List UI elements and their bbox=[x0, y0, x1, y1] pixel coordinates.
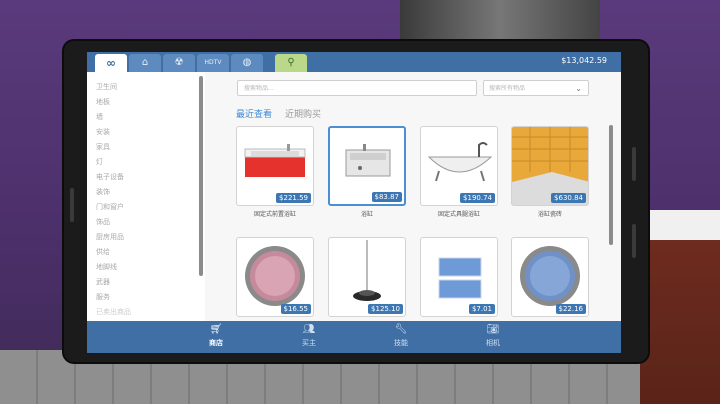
search-input[interactable]: 搜索物品... ⌕ bbox=[237, 80, 498, 96]
product-card[interactable]: $83.87 bbox=[328, 126, 406, 206]
category-item[interactable]: 地脚线 bbox=[96, 262, 117, 272]
product-label: 固定式前置浴缸 bbox=[253, 211, 296, 218]
price-badge: $190.74 bbox=[460, 193, 495, 203]
chevron-down-icon: ⌄ bbox=[575, 84, 582, 93]
category-item[interactable]: 饰品 bbox=[96, 217, 110, 227]
wrench-icon: 🔧︎ bbox=[394, 324, 408, 335]
product-card[interactable]: $630.84 bbox=[511, 126, 589, 206]
category-item[interactable]: 已卖出商品 bbox=[96, 307, 131, 317]
nav-camera-label: 相机 bbox=[486, 339, 500, 347]
nav-skills[interactable]: 🔧︎ 技能 bbox=[371, 324, 431, 348]
tablet-side-button-right-top bbox=[632, 147, 636, 181]
category-item[interactable]: 家具 bbox=[96, 142, 110, 152]
product-label: 浴缸瓷砖 bbox=[537, 211, 562, 218]
product-card[interactable]: $125.10 bbox=[328, 237, 406, 317]
tab-hdtv[interactable]: HDTV bbox=[197, 54, 229, 72]
bottom-nav: 🛒︎ 商店 👥︎ 买主 🔧︎ 技能 📷︎ 相机 bbox=[87, 321, 621, 353]
ceiling-vent bbox=[400, 0, 600, 46]
category-item[interactable]: 安装 bbox=[96, 127, 110, 137]
category-sidebar: 卫生间 地板 墙 安装 家具 灯 电子设备 装饰 门和窗户 饰品 厨房用品 供给… bbox=[87, 72, 205, 321]
tab-recent-buy[interactable]: 近期购买 bbox=[285, 107, 321, 120]
price-badge: $7.01 bbox=[468, 304, 495, 314]
tab-location[interactable]: ⚲ bbox=[275, 54, 307, 72]
globe-icon: ◍ bbox=[242, 57, 252, 68]
product-card[interactable]: $7.01 bbox=[420, 237, 498, 317]
bathroom-cabinet bbox=[640, 210, 720, 404]
filter-placeholder: 搜索所有物品 bbox=[489, 85, 526, 92]
product-card[interactable]: $221.59 bbox=[236, 126, 314, 206]
product-card[interactable]: $16.55 bbox=[236, 237, 314, 317]
price-badge: $16.55 bbox=[280, 304, 311, 314]
tablet-side-button-left bbox=[70, 188, 74, 222]
tab-radiation[interactable]: ☢ bbox=[163, 54, 195, 72]
people-icon: 👥︎ bbox=[302, 324, 316, 335]
nav-buyer-label: 买主 bbox=[302, 339, 316, 347]
product-card[interactable]: $190.74 bbox=[420, 126, 498, 206]
search-placeholder: 搜索物品... bbox=[244, 85, 274, 92]
category-item[interactable]: 卫生间 bbox=[96, 82, 117, 92]
category-item[interactable]: 供给 bbox=[96, 247, 110, 257]
money-display: $13,042.59 bbox=[561, 56, 607, 65]
product-card[interactable]: $22.16 bbox=[511, 237, 589, 317]
nav-camera[interactable]: 📷︎ 相机 bbox=[463, 324, 523, 348]
location-icon: ⚲ bbox=[287, 57, 295, 68]
nav-skills-label: 技能 bbox=[394, 339, 408, 347]
price-badge: $125.10 bbox=[368, 304, 403, 314]
camera-icon: 📷︎ bbox=[486, 324, 500, 335]
price-badge: $22.16 bbox=[555, 304, 586, 314]
infinity-icon: ∞ bbox=[106, 56, 116, 70]
catalog-panel: 搜索物品... ⌕ 搜索所有物品 ⌄ 最近查看 近期购买 $221.59 固定式… bbox=[205, 72, 621, 321]
home-icon: ⌂ bbox=[141, 57, 149, 68]
price-badge: $221.59 bbox=[276, 193, 311, 203]
nav-buyer[interactable]: 👥︎ 买主 bbox=[279, 324, 339, 348]
category-item[interactable]: 墙 bbox=[96, 112, 103, 122]
nav-store-label: 商店 bbox=[209, 339, 223, 347]
category-item[interactable]: 门和窗户 bbox=[96, 202, 124, 212]
category-item[interactable]: 地板 bbox=[96, 97, 110, 107]
price-badge: $83.87 bbox=[371, 192, 402, 202]
product-label: 浴缸 bbox=[360, 211, 373, 218]
tablet-screen: ∞ ⌂ ☢ HDTV ◍ ⚲ $13,042.59 卫生间 地板 墙 安装 家具… bbox=[87, 52, 621, 353]
tab-recent-view[interactable]: 最近查看 bbox=[236, 107, 272, 120]
price-badge: $630.84 bbox=[551, 193, 586, 203]
hdtv-icon: HDTV bbox=[204, 59, 222, 66]
nav-store[interactable]: 🛒︎ 商店 bbox=[186, 324, 246, 348]
filter-select[interactable]: 搜索所有物品 ⌄ bbox=[483, 80, 589, 96]
sidebar-scrollbar[interactable] bbox=[199, 76, 203, 276]
radiation-icon: ☢ bbox=[174, 57, 184, 68]
category-item[interactable]: 灯 bbox=[96, 157, 103, 167]
category-item[interactable]: 武器 bbox=[96, 277, 110, 287]
tab-globe[interactable]: ◍ bbox=[231, 54, 263, 72]
catalog-scrollbar[interactable] bbox=[609, 125, 613, 245]
cart-icon: 🛒︎ bbox=[209, 324, 223, 335]
tab-infinity[interactable]: ∞ bbox=[95, 54, 127, 72]
top-bar: ∞ ⌂ ☢ HDTV ◍ ⚲ $13,042.59 bbox=[87, 52, 621, 72]
category-item[interactable]: 装饰 bbox=[96, 187, 110, 197]
category-item[interactable]: 服务 bbox=[96, 292, 110, 302]
tab-home[interactable]: ⌂ bbox=[129, 54, 161, 72]
product-label: 固定式具腿浴缸 bbox=[437, 211, 480, 218]
category-item[interactable]: 厨房用品 bbox=[96, 232, 124, 242]
category-item[interactable]: 电子设备 bbox=[96, 172, 124, 182]
tablet-side-button-right-bottom bbox=[632, 224, 636, 258]
